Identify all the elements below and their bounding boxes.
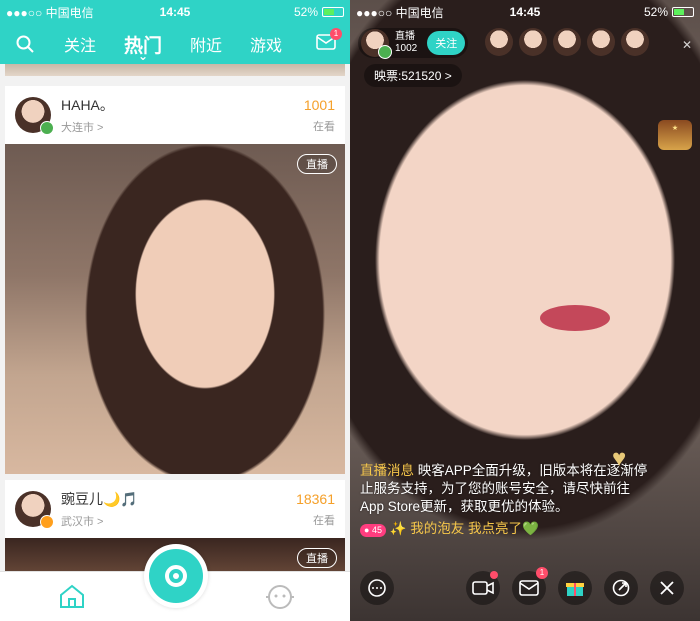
card-header: HAHA。 大连市 > 1001 在看	[5, 86, 345, 144]
chat-icon[interactable]	[360, 571, 394, 605]
streamer-city[interactable]: 武汉市 >	[61, 513, 296, 529]
tab-hot[interactable]: 热门	[124, 31, 162, 58]
tab-games[interactable]: 游戏	[250, 32, 282, 56]
host-id: 1002	[395, 43, 418, 54]
status-bar: ●●●○○ 中国电信 14:45 52%	[350, 0, 700, 24]
streamer-city[interactable]: 大连市 >	[61, 119, 304, 135]
live-card[interactable]: HAHA。 大连市 > 1001 在看 直播	[5, 86, 345, 474]
host-avatar[interactable]	[361, 29, 392, 59]
mail-badge: 1	[536, 567, 548, 579]
gift-icon[interactable]	[558, 571, 592, 605]
live-feed: HAHA。 大连市 > 1001 在看 直播 豌豆儿🌙🎵 武汉市 > 18361…	[0, 64, 350, 571]
avatar[interactable]	[519, 28, 547, 56]
camera-icon	[165, 565, 187, 587]
mail-icon[interactable]: 1	[512, 567, 548, 605]
user-message-text: ✨ 我的泡友 我点亮了💚	[389, 521, 539, 536]
user-level: 45	[371, 525, 382, 535]
votes-pill[interactable]: 映票:521520 >	[364, 64, 462, 87]
card-header: 豌豆儿🌙🎵 武汉市 > 18361 在看	[5, 480, 345, 538]
battery-percent: 52%	[293, 5, 318, 19]
user-message: ● 45 ✨ 我的泡友 我点亮了💚	[360, 520, 650, 538]
level-icon	[378, 45, 392, 59]
user-level-badge: ● 45	[360, 524, 386, 537]
search-icon[interactable]	[0, 35, 50, 53]
chat-messages: 直播消息 映客APP全面升级，旧版本将在逐渐停止服务支持，为了您的账号安全，请尽…	[360, 462, 650, 538]
video-icon[interactable]	[466, 571, 500, 605]
home-icon[interactable]	[58, 583, 86, 614]
viewer-count-label: 在看	[313, 120, 335, 133]
close-small-icon[interactable]: ✕	[682, 38, 692, 52]
avatar[interactable]	[553, 28, 581, 56]
battery-icon	[322, 7, 344, 17]
stream-thumbnail[interactable]: 直播	[5, 144, 345, 474]
status-bar: ●●●○○ 中国电信 14:45 52%	[0, 0, 350, 24]
battery-indicator: 52%	[644, 5, 694, 19]
host-label: 直播	[395, 31, 415, 42]
hot-feed-screen: ●●●○○ 中国电信 14:45 52% 关注 热门 附近 游戏 1	[0, 0, 350, 621]
previous-card-peek	[5, 64, 345, 76]
event-badge-icon[interactable]: ★	[658, 120, 692, 150]
follow-button[interactable]: 关注	[427, 31, 466, 55]
mail-icon[interactable]: 1	[316, 27, 342, 55]
live-room-screen: ●●●○○ 中国电信 14:45 52% 直播 1002 关注 ✕ 映票:521…	[350, 0, 700, 621]
system-message: 直播消息 映客APP全面升级，旧版本将在逐渐停止服务支持，为了您的账号安全，请尽…	[360, 462, 650, 516]
mail-badge: 1	[330, 27, 342, 40]
system-prefix: 直播消息	[360, 463, 414, 478]
viewer-count-label: 在看	[313, 514, 335, 527]
start-live-button[interactable]	[144, 544, 208, 608]
live-tag: 直播	[297, 548, 337, 568]
carrier: ●●●○○ 中国电信	[6, 5, 94, 20]
avatar[interactable]	[485, 28, 513, 56]
streamer-name: HAHA。	[61, 97, 114, 113]
share-icon[interactable]	[604, 571, 638, 605]
viewer-count: 1001	[303, 96, 335, 113]
host-info[interactable]: 直播 1002 关注	[358, 28, 469, 59]
tab-following[interactable]: 关注	[64, 32, 96, 56]
live-tag: 直播	[297, 154, 337, 174]
video-dot	[490, 571, 498, 579]
level-icon	[40, 515, 54, 529]
battery-percent: 52%	[643, 5, 668, 19]
avatar[interactable]	[587, 28, 615, 56]
battery-indicator: 52%	[294, 5, 344, 19]
streamer-name: 豌豆儿🌙🎵	[61, 491, 138, 507]
heart-icon: ♥	[612, 445, 627, 472]
battery-icon	[672, 7, 694, 17]
viewer-count: 18361	[296, 490, 335, 507]
carrier: ●●●○○ 中国电信	[356, 5, 444, 20]
profile-icon[interactable]	[266, 583, 294, 616]
avatar[interactable]	[15, 97, 54, 135]
close-icon[interactable]	[650, 571, 684, 605]
level-icon	[40, 121, 54, 135]
video-detail	[540, 305, 610, 331]
tab-nearby[interactable]: 附近	[190, 32, 222, 56]
top-nav-bar: ●●●○○ 中国电信 14:45 52% 关注 热门 附近 游戏 1	[0, 0, 350, 64]
avatar[interactable]	[15, 491, 54, 529]
viewer-avatars	[485, 28, 649, 56]
live-actions: 1	[350, 567, 700, 607]
nav-tabs: 关注 热门 附近 游戏 1	[0, 24, 350, 64]
avatar[interactable]	[621, 28, 649, 56]
